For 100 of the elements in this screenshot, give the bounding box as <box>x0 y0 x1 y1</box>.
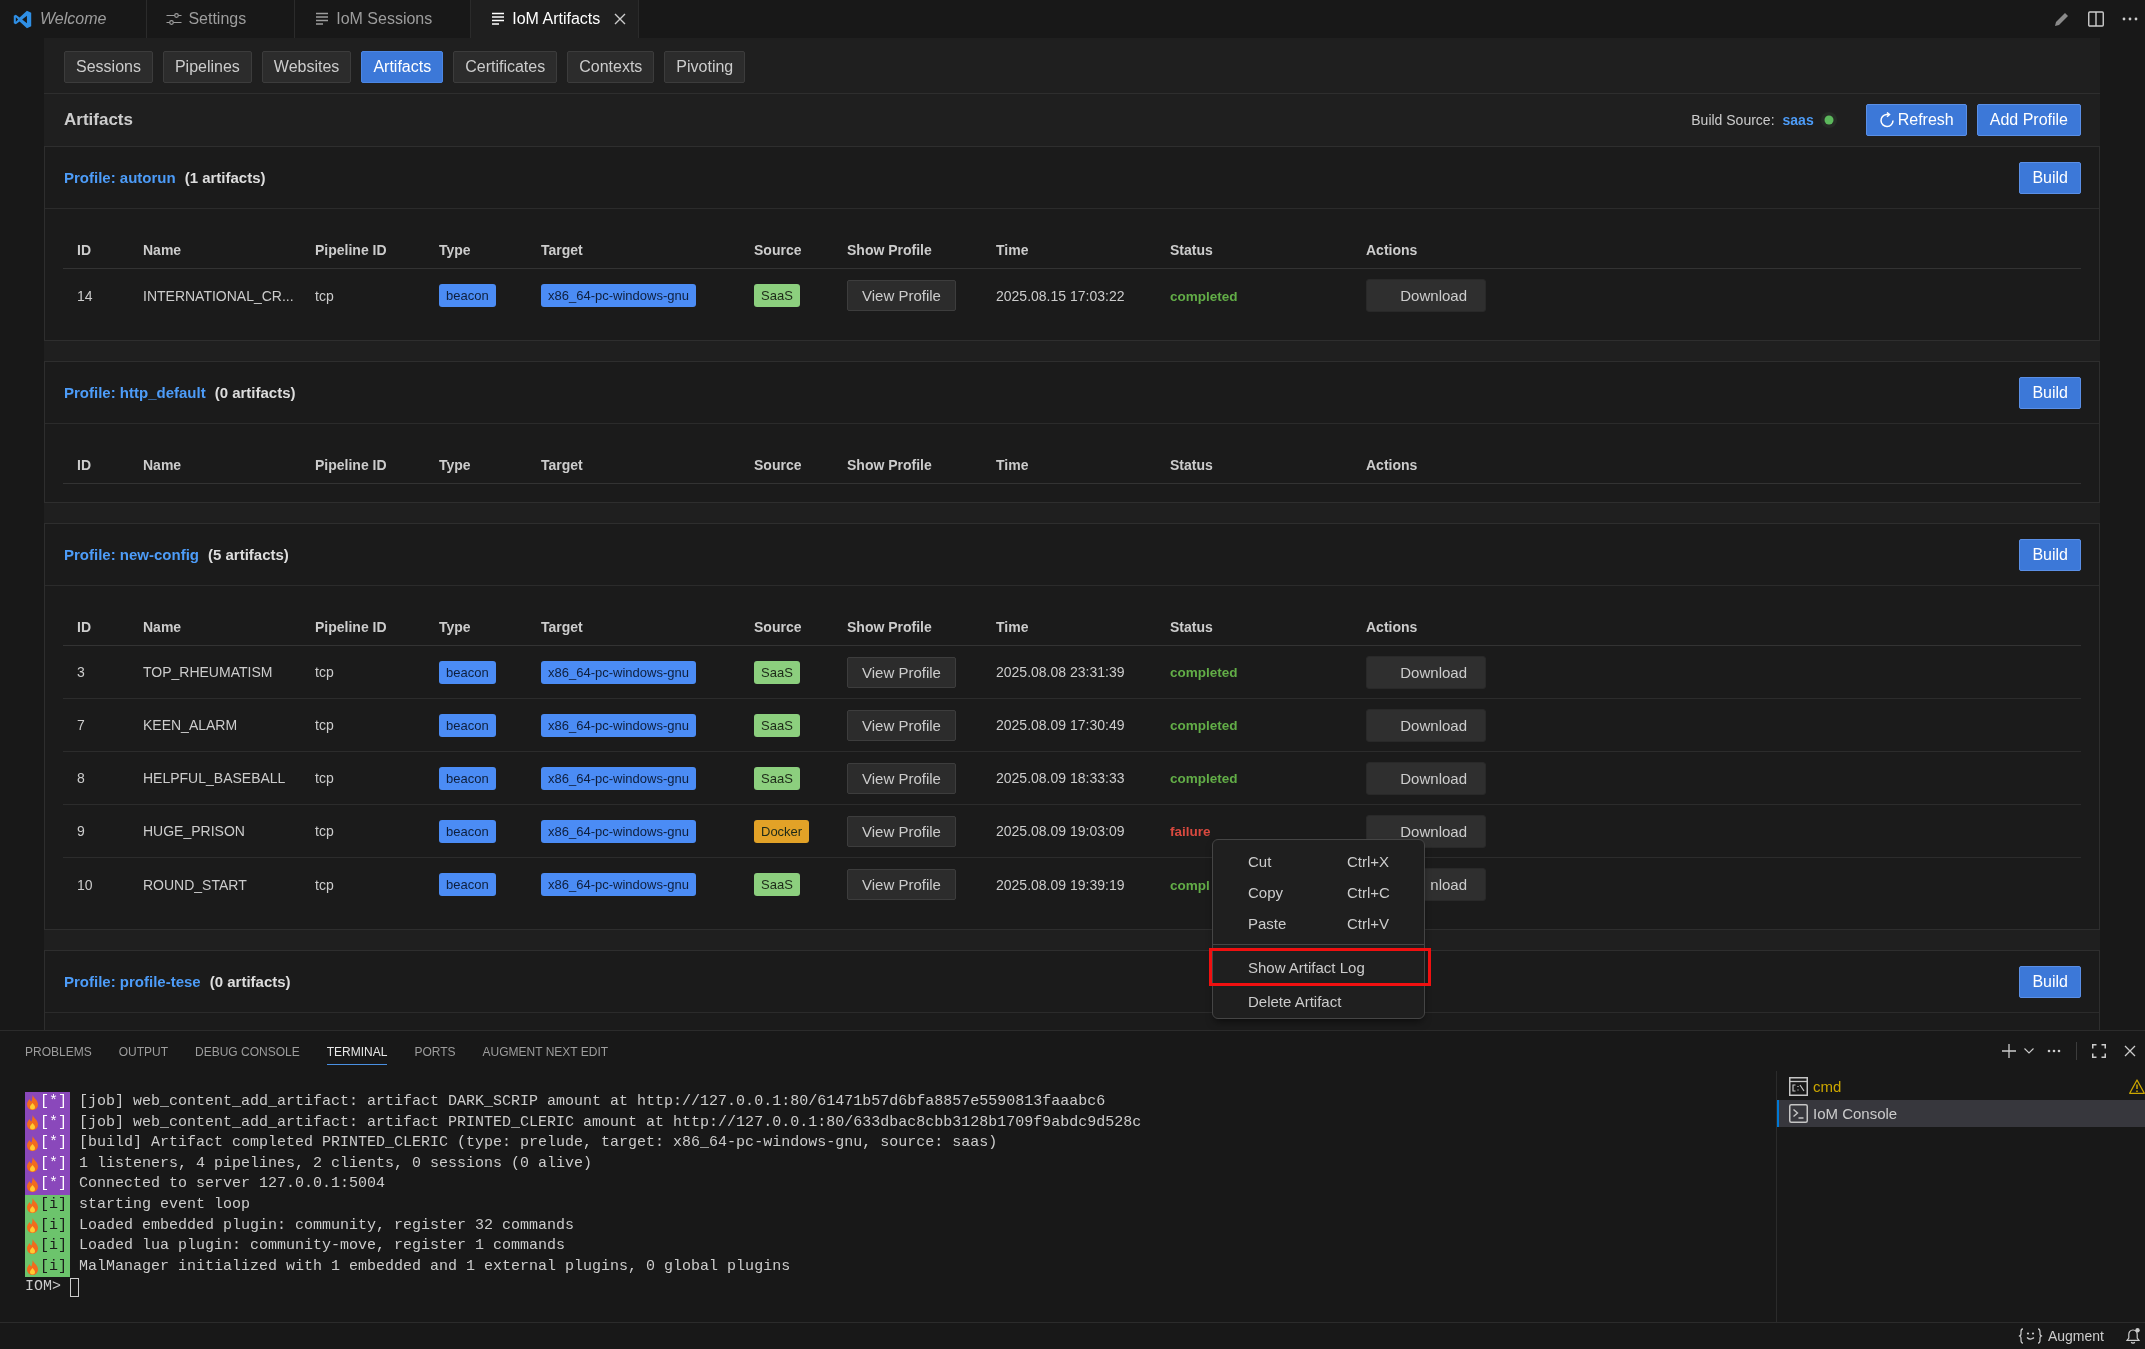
table-cell: tcp <box>315 287 334 304</box>
source-tag: SaaS <box>754 873 800 896</box>
augment-status-item[interactable]: Augment <box>2017 1328 2104 1344</box>
editor-tab[interactable]: IoM Artifacts <box>471 0 640 38</box>
artifact-count: (0 artifacts) <box>209 973 291 990</box>
keyboard-shortcut: Ctrl+V <box>1347 915 1390 932</box>
terminal-icon <box>1789 1104 1808 1123</box>
table-cell: 2025.08.09 19:03:09 <box>996 823 1125 839</box>
column-header: Pipeline ID <box>315 618 387 635</box>
table-cell: KEEN_ALARM <box>143 717 238 733</box>
log-line: starting event loop <box>79 1194 251 1215</box>
menu-item[interactable]: Paste Ctrl+V <box>1213 908 1424 939</box>
column-header: Time <box>996 618 1029 635</box>
column-header: ID <box>77 241 91 258</box>
download-button[interactable]: Download <box>1366 279 1486 312</box>
profile-link[interactable]: Profile: new-config <box>64 546 199 563</box>
table-cell: tcp <box>315 664 334 680</box>
table-cell: 2025.08.15 17:03:22 <box>996 287 1125 304</box>
maximize-icon[interactable] <box>2092 1044 2106 1058</box>
artifact-count: (0 artifacts) <box>214 384 296 401</box>
build-button[interactable]: Build <box>2019 965 2081 998</box>
log-level-label: [*] <box>40 1112 67 1133</box>
column-header: ID <box>77 456 91 473</box>
build-button[interactable]: Build <box>2019 538 2081 571</box>
table-cell: 2025.08.09 17:30:49 <box>996 717 1125 733</box>
view-profile-button[interactable]: View Profile <box>847 709 956 741</box>
app-logo-icon <box>13 9 32 29</box>
column-header: Show Profile <box>847 618 932 635</box>
column-header: Type <box>439 456 471 473</box>
more-icon[interactable] <box>2047 1049 2061 1053</box>
terminal-list-item[interactable]: cmd <box>1777 1073 2145 1100</box>
more-icon[interactable] <box>2122 17 2138 21</box>
view-profile-button[interactable]: View Profile <box>847 280 956 311</box>
plus-icon[interactable] <box>2002 1044 2016 1058</box>
nav-tab[interactable]: Pivoting <box>664 51 746 83</box>
smiley-braces-icon <box>2017 1328 2043 1344</box>
target-tag: x86_64-pc-windows-gnu <box>541 284 696 307</box>
panel-tab[interactable]: DEBUG CONSOLE <box>195 1037 300 1065</box>
add-profile-button[interactable]: Add Profile <box>1976 104 2081 136</box>
profile-link[interactable]: Profile: http_default <box>64 384 206 401</box>
nav-tab[interactable]: Websites <box>261 51 352 83</box>
view-profile-button[interactable]: View Profile <box>847 869 956 900</box>
flame-icon <box>26 1156 39 1172</box>
column-header: Type <box>439 241 471 258</box>
menu-item[interactable]: Delete Artifact <box>1213 986 1424 1017</box>
log-level-label: [*] <box>40 1092 67 1112</box>
flame-icon <box>26 1136 39 1151</box>
nav-tab[interactable]: Certificates <box>453 51 558 83</box>
source-tag: Docker <box>754 819 810 843</box>
bell-icon[interactable] <box>2126 1328 2140 1344</box>
nav-tab[interactable]: Pipelines <box>162 51 252 83</box>
nav-tab[interactable]: Artifacts <box>361 51 444 83</box>
profile-link[interactable]: Profile: autorun <box>64 169 176 186</box>
column-header: Actions <box>1366 241 1418 258</box>
text-lines-icon <box>314 11 331 27</box>
target-tag: x86_64-pc-windows-gnu <box>541 873 696 896</box>
nav-tab[interactable]: Contexts <box>567 51 655 83</box>
panel-tab[interactable]: TERMINAL <box>326 1037 388 1065</box>
table-cell: HUGE_PRISON <box>143 823 245 839</box>
column-header: Target <box>541 241 583 258</box>
pencil-icon[interactable] <box>2054 11 2070 27</box>
view-profile-button[interactable]: View Profile <box>847 656 956 688</box>
type-tag: beacon <box>439 873 496 896</box>
menu-item[interactable]: Show Artifact Log <box>1212 951 1428 983</box>
terminal-list-item[interactable]: IoM Console <box>1777 1100 2145 1127</box>
type-tag: beacon <box>439 766 496 790</box>
target-tag: x86_64-pc-windows-gnu <box>541 660 696 684</box>
build-source-label: Build Source: <box>1691 112 1775 128</box>
close-icon[interactable] <box>614 13 627 25</box>
profile-link[interactable]: Profile: profile-tese <box>64 973 201 990</box>
build-source-value: saas <box>1782 112 1814 128</box>
table-cell: 8 <box>77 770 85 786</box>
column-header: Name <box>143 618 182 635</box>
view-profile-button[interactable]: View Profile <box>847 815 956 847</box>
refresh-button[interactable]: Refresh <box>1865 104 1967 136</box>
table-cell: ROUND_START <box>143 876 247 893</box>
download-button[interactable]: Download <box>1366 708 1486 742</box>
split-editor-icon[interactable] <box>2088 11 2104 27</box>
flame-icon <box>26 1238 39 1254</box>
sliders-icon <box>166 11 183 27</box>
column-header: Target <box>541 618 583 635</box>
panel-tab[interactable]: AUGMENT NEXT EDIT <box>482 1037 609 1065</box>
keyboard-shortcut: Ctrl+X <box>1347 853 1390 870</box>
column-header: Actions <box>1366 456 1418 473</box>
column-header: Actions <box>1366 618 1418 635</box>
log-level-label: [i] <box>40 1194 67 1215</box>
download-button[interactable]: Download <box>1366 761 1486 795</box>
table-cell: 3 <box>77 664 85 680</box>
close-icon[interactable] <box>2124 1045 2136 1057</box>
panel-tab[interactable]: PORTS <box>414 1037 456 1065</box>
panel-tab[interactable]: OUTPUT <box>118 1037 169 1065</box>
chevron-down-icon[interactable] <box>2024 1048 2034 1054</box>
build-button[interactable]: Build <box>2019 376 2081 409</box>
source-tag: SaaS <box>754 713 800 737</box>
download-button[interactable]: Download <box>1366 655 1486 689</box>
nav-tab[interactable]: Sessions <box>64 51 153 83</box>
cursor-icon <box>70 1278 79 1298</box>
panel-tab[interactable]: PROBLEMS <box>25 1037 92 1065</box>
build-button[interactable]: Build <box>2019 161 2081 194</box>
view-profile-button[interactable]: View Profile <box>847 762 956 794</box>
